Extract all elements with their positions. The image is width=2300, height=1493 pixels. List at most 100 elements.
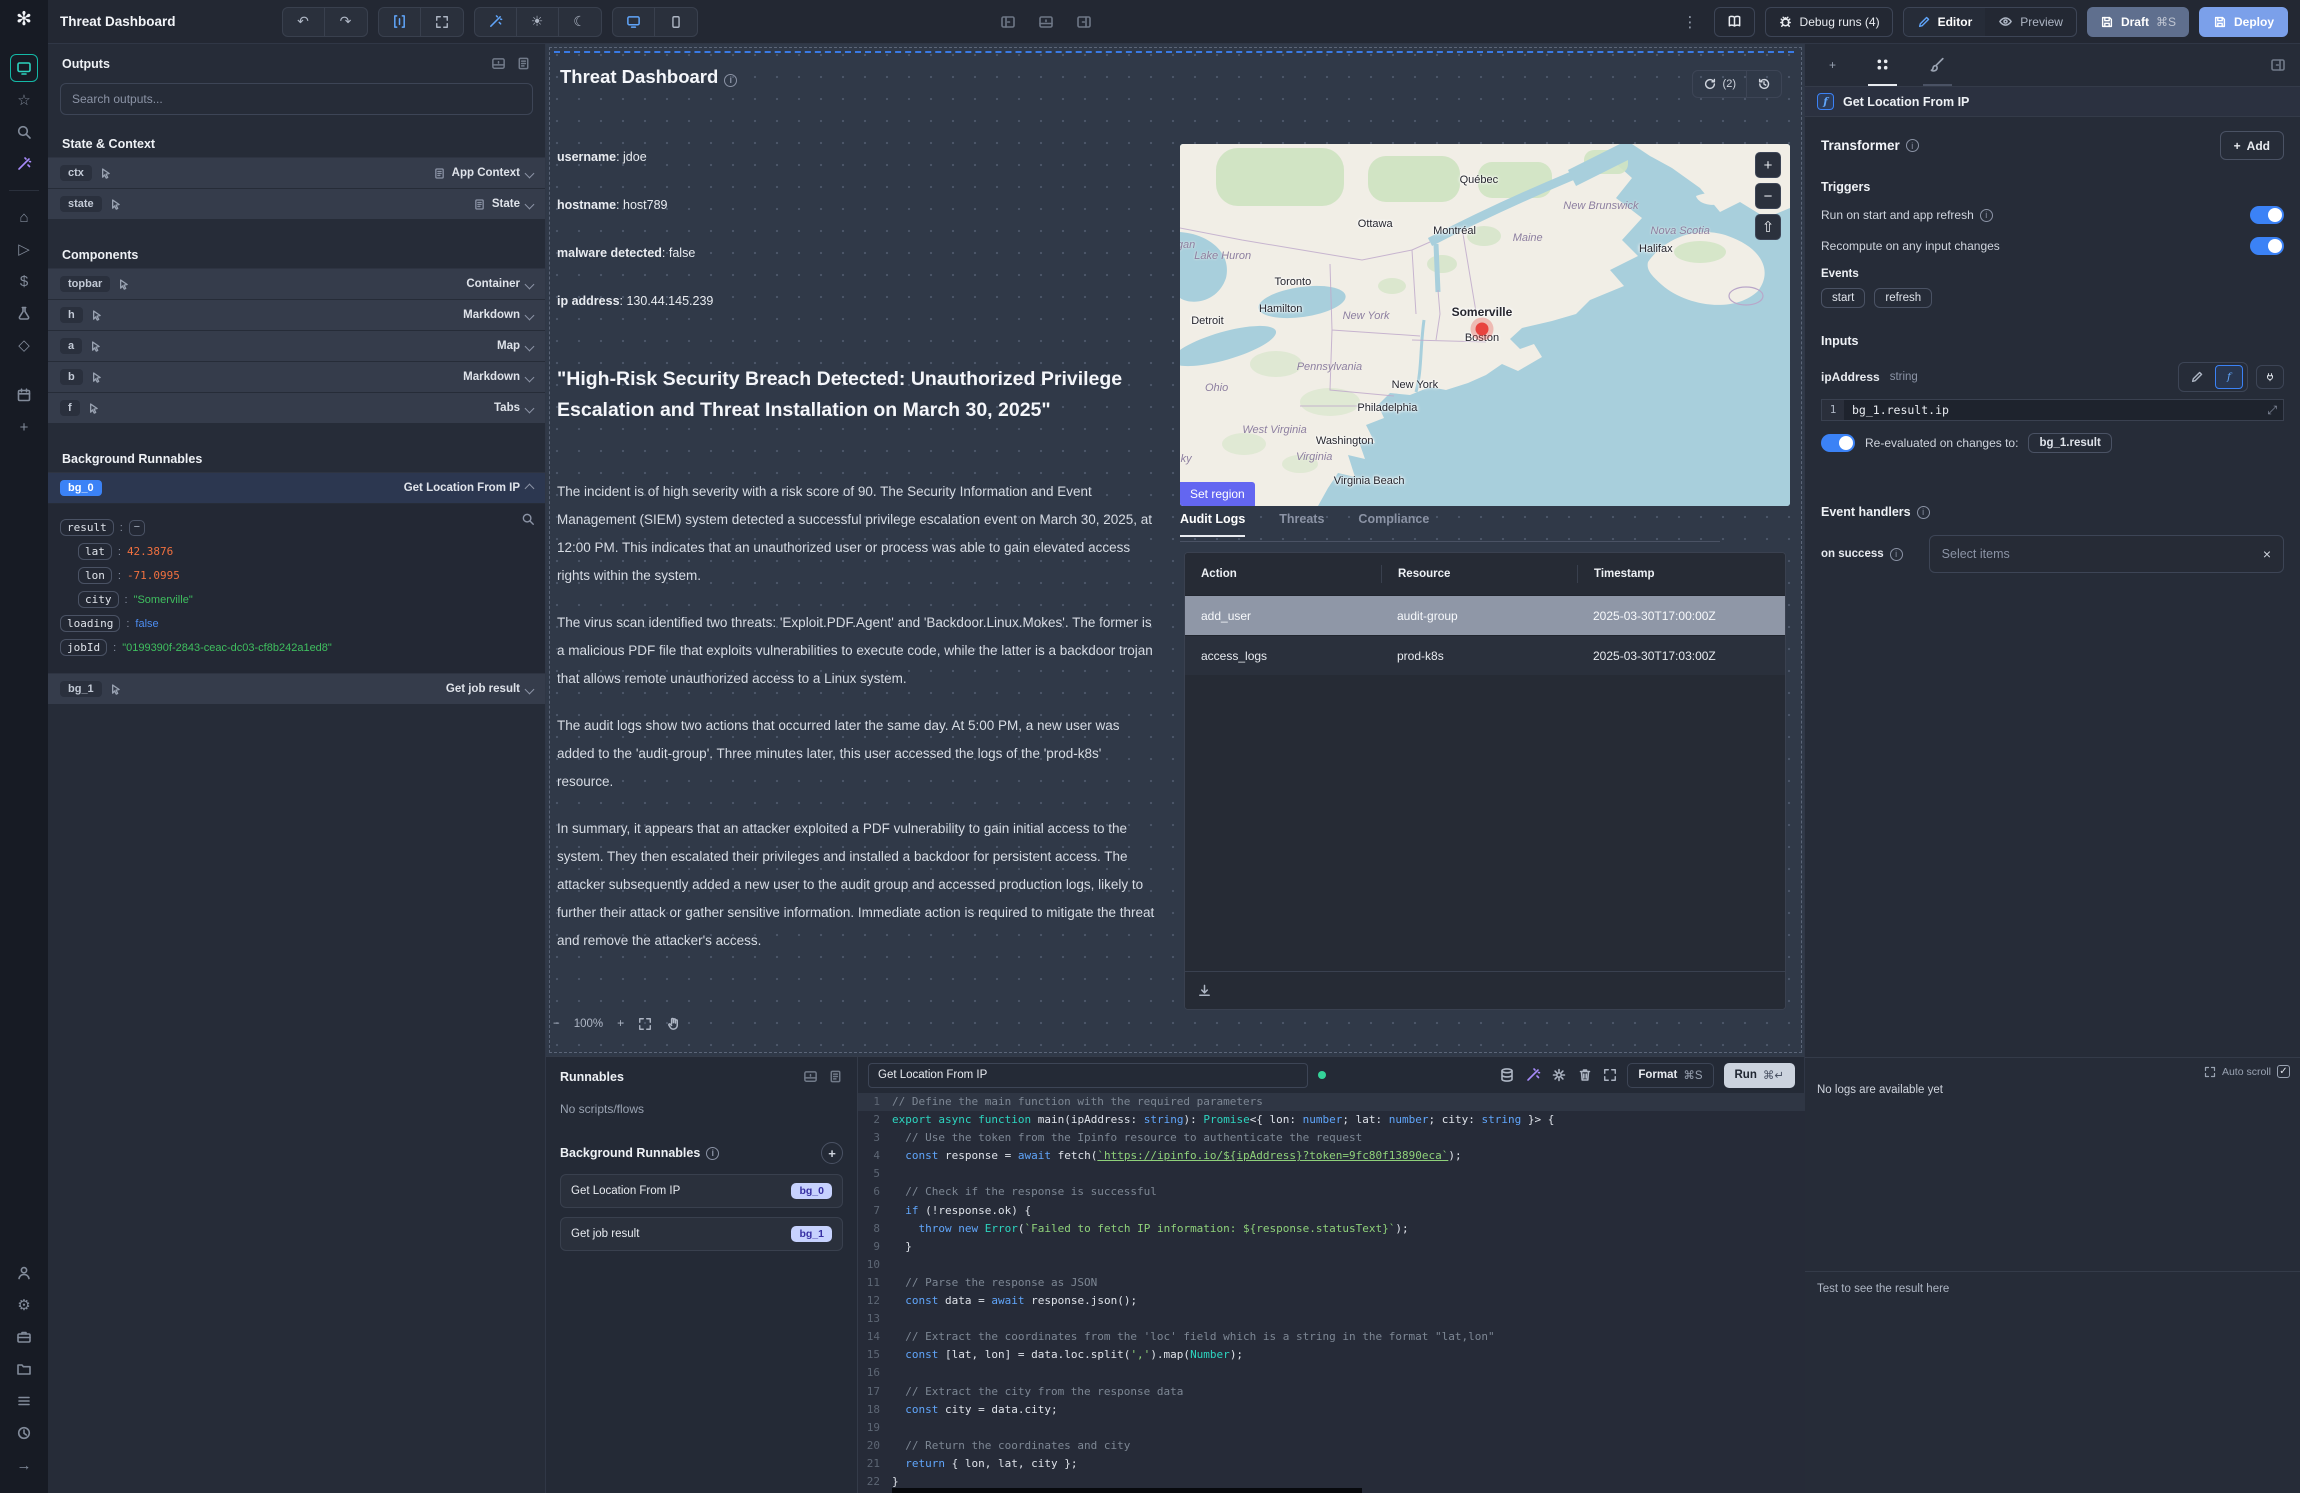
reeval-toggle[interactable] bbox=[1821, 434, 1855, 452]
toggle-bottom-panel-icon[interactable] bbox=[1038, 14, 1054, 30]
home-icon[interactable]: ⌂ bbox=[10, 203, 38, 231]
fit-view-button[interactable] bbox=[638, 1017, 652, 1031]
more-menu-icon[interactable]: ⋮ bbox=[1677, 13, 1704, 31]
resources-icon[interactable] bbox=[10, 299, 38, 327]
info-icon[interactable]: i bbox=[1906, 139, 1919, 152]
folder-icon[interactable] bbox=[10, 1355, 38, 1383]
expand-icon[interactable] bbox=[421, 8, 463, 36]
bg1-row[interactable]: bg_1 Get job result bbox=[48, 674, 545, 705]
toggle-right-panel-icon[interactable] bbox=[1076, 14, 1092, 30]
expand-logs-icon[interactable] bbox=[2204, 1066, 2216, 1078]
collapse-icon[interactable]: → bbox=[10, 1451, 38, 1479]
code-line[interactable]: 16 bbox=[858, 1364, 1805, 1382]
add-component-tab[interactable]: + bbox=[1823, 44, 1842, 86]
column-header-timestamp[interactable]: Timestamp bbox=[1577, 565, 1785, 583]
expression-input[interactable]: 1 bg_1.result.ip ⤢ bbox=[1821, 399, 2284, 421]
code-area[interactable]: 1// Define the main function with the re… bbox=[858, 1093, 1805, 1493]
code-line[interactable]: 15 const [lat, lon] = data.loc.split(','… bbox=[858, 1346, 1805, 1364]
history-button[interactable] bbox=[1747, 71, 1781, 97]
eval-input-icon[interactable]: f bbox=[2215, 365, 2243, 389]
tab-threats[interactable]: Threats bbox=[1279, 512, 1324, 537]
code-line[interactable]: 8 throw new Error(`Failed to fetch IP in… bbox=[858, 1220, 1805, 1238]
mobile-view-icon[interactable] bbox=[655, 8, 697, 36]
panel-right-icon[interactable] bbox=[2270, 57, 2286, 73]
format-button[interactable]: Format⌘S bbox=[1627, 1063, 1713, 1088]
state-row-ctx[interactable]: ctxApp Context bbox=[48, 158, 545, 189]
component-row-h[interactable]: hMarkdown bbox=[48, 300, 545, 331]
code-line[interactable]: 14 // Extract the coordinates from the '… bbox=[858, 1328, 1805, 1346]
menu-icon[interactable] bbox=[10, 1387, 38, 1415]
table-row[interactable]: add_useraudit-group2025-03-30T17:00:00Z bbox=[1185, 595, 1785, 635]
tab-compliance[interactable]: Compliance bbox=[1358, 512, 1429, 537]
map-zoom-out-button[interactable]: − bbox=[1755, 183, 1781, 209]
column-header-action[interactable]: Action bbox=[1185, 565, 1381, 583]
reeval-dep-chip[interactable]: bg_1.result bbox=[2028, 433, 2111, 453]
code-line[interactable]: 2export async function main(ipAddress: s… bbox=[858, 1111, 1805, 1129]
tree-row-result[interactable]: result:− bbox=[60, 519, 533, 536]
user-icon[interactable] bbox=[10, 1259, 38, 1287]
add-transformer-button[interactable]: + Add bbox=[2220, 131, 2284, 160]
component-row-topbar[interactable]: topbarContainer bbox=[48, 269, 545, 300]
event-chip-refresh[interactable]: refresh bbox=[1874, 288, 1932, 308]
runnable-item-bg_0[interactable]: Get Location From IPbg_0 bbox=[560, 1174, 843, 1208]
map-zoom-in-button[interactable]: + bbox=[1755, 152, 1781, 178]
state-row-state[interactable]: stateState bbox=[48, 189, 545, 220]
editor-mode-button[interactable]: Editor bbox=[1904, 8, 1986, 36]
redo-button[interactable]: ↷ bbox=[325, 8, 367, 36]
code-line[interactable]: 10 bbox=[858, 1256, 1805, 1274]
code-line[interactable]: 6 // Check if the response is successful bbox=[858, 1183, 1805, 1201]
settings-icon[interactable] bbox=[1551, 1066, 1567, 1084]
app-canvas[interactable]: Threat Dashboardi (2) username: jdoehost… bbox=[546, 44, 1805, 1056]
tab-audit-logs[interactable]: Audit Logs bbox=[1180, 512, 1245, 537]
debug-runs-button[interactable]: Debug runs (4) bbox=[1765, 7, 1893, 37]
script-name-input[interactable] bbox=[868, 1063, 1308, 1088]
magic-wand-icon[interactable] bbox=[475, 8, 517, 36]
component-row-a[interactable]: aMap bbox=[48, 331, 545, 362]
auto-scroll-checkbox[interactable]: ✓ bbox=[2277, 1065, 2290, 1078]
ai-wand-icon[interactable] bbox=[1525, 1066, 1541, 1084]
download-icon[interactable] bbox=[1197, 983, 1212, 998]
expand-editor-icon[interactable] bbox=[1603, 1066, 1617, 1084]
doc-icon[interactable] bbox=[516, 56, 531, 71]
clear-icon[interactable]: × bbox=[2263, 546, 2271, 562]
wand-icon[interactable] bbox=[10, 150, 38, 178]
code-line[interactable]: 21 return { lon, lat, city }; bbox=[858, 1455, 1805, 1473]
tree-row-city[interactable]: city:"Somerville" bbox=[78, 591, 533, 608]
windmill-logo-icon[interactable]: ✻ bbox=[11, 8, 37, 34]
code-line[interactable]: 17 // Extract the city from the response… bbox=[858, 1383, 1805, 1401]
info-icon[interactable]: i bbox=[1980, 209, 1993, 222]
settings-icon[interactable]: ⚙ bbox=[10, 1291, 38, 1319]
search-icon[interactable] bbox=[10, 118, 38, 146]
code-line[interactable]: 12 const data = await response.json(); bbox=[858, 1292, 1805, 1310]
horizontal-scrollbar[interactable] bbox=[892, 1488, 1362, 1493]
desktop-view-icon[interactable] bbox=[613, 8, 655, 36]
clock-icon[interactable] bbox=[10, 1419, 38, 1447]
map-component[interactable]: QuébecOttawaMontréalHalifaxTorontoHamilt… bbox=[1180, 144, 1790, 506]
connect-input-icon[interactable] bbox=[2256, 365, 2284, 389]
zoom-out-button[interactable]: − bbox=[553, 1018, 560, 1030]
recompute-toggle[interactable] bbox=[2250, 237, 2284, 255]
preview-mode-button[interactable]: Preview bbox=[1985, 8, 2076, 36]
dark-theme-icon[interactable]: ☾ bbox=[559, 8, 601, 36]
run-on-start-toggle[interactable] bbox=[2250, 206, 2284, 224]
tree-row-lat[interactable]: lat:42.3876 bbox=[78, 543, 533, 560]
docs-button[interactable] bbox=[1714, 7, 1755, 37]
code-line[interactable]: 5 bbox=[858, 1165, 1805, 1183]
code-line[interactable]: 11 // Parse the response as JSON bbox=[858, 1274, 1805, 1292]
map-marker[interactable] bbox=[1475, 322, 1488, 335]
workspace-icon[interactable] bbox=[10, 1323, 38, 1351]
column-header-resource[interactable]: Resource bbox=[1381, 565, 1577, 583]
tree-row-jobId[interactable]: jobId:"0199390f-2843-ceac-dc03-cf8b242a1… bbox=[60, 639, 533, 656]
component-row-f[interactable]: fTabs bbox=[48, 393, 545, 424]
tree-row-lon[interactable]: lon:-71.0995 bbox=[78, 567, 533, 584]
add-runnable-button[interactable]: + bbox=[821, 1142, 843, 1164]
code-line[interactable]: 20 // Return the coordinates and city bbox=[858, 1437, 1805, 1455]
code-line[interactable]: 19 bbox=[858, 1419, 1805, 1437]
static-input-icon[interactable] bbox=[2183, 365, 2211, 389]
tree-search-icon[interactable] bbox=[521, 512, 535, 526]
info-icon[interactable]: i bbox=[1917, 506, 1930, 519]
bg0-row[interactable]: bg_0 Get Location From IP bbox=[48, 473, 545, 504]
info-icon[interactable]: i bbox=[706, 1147, 719, 1160]
doc-icon[interactable] bbox=[828, 1069, 843, 1084]
deploy-button[interactable]: Deploy bbox=[2199, 7, 2288, 37]
